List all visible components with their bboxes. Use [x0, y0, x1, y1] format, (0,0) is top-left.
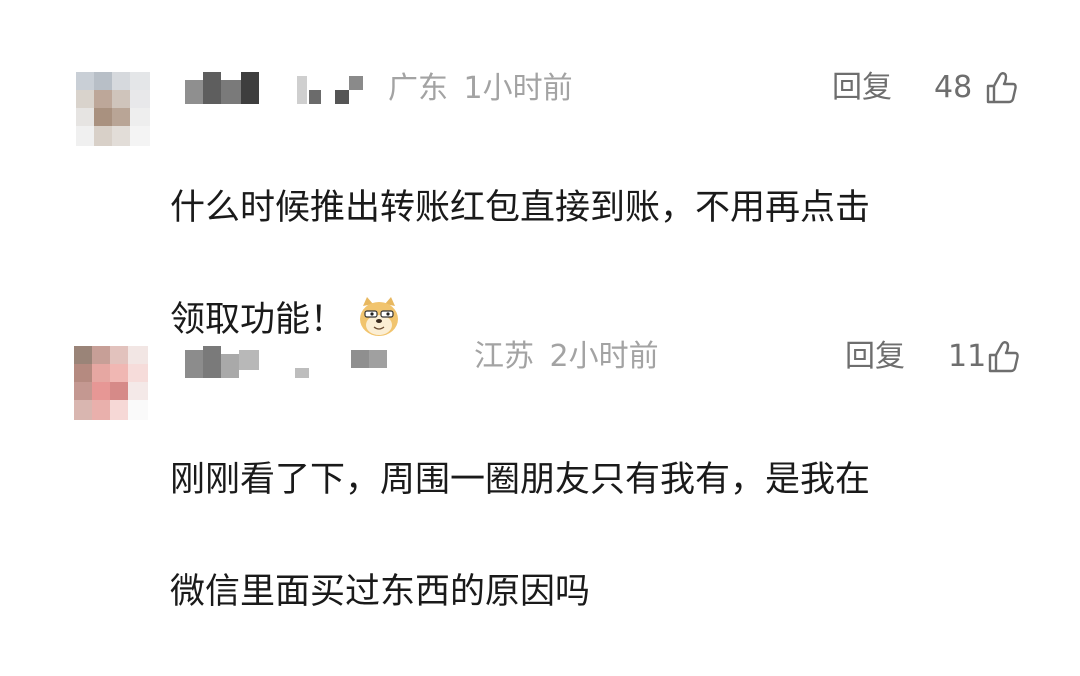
location-label: 广东 — [388, 71, 448, 106]
comment-text-line: 什么时候推出转账红包直接到账，不用再点击 — [170, 188, 871, 228]
timestamp: 1小时前 — [463, 71, 573, 106]
avatar[interactable] — [76, 72, 150, 146]
like-button[interactable]: 11 — [948, 340, 1038, 376]
comment-meta: 江苏 2小时前 — [474, 340, 659, 374]
like-count: 48 — [934, 70, 973, 105]
like-button[interactable]: 48 — [934, 71, 1034, 107]
thumbs-up-icon — [986, 72, 1017, 104]
reply-button[interactable]: 回复 — [845, 340, 905, 374]
reply-button[interactable]: 回复 — [832, 71, 892, 105]
comment-text-line: 刚刚看了下，周围一圈朋友只有我有，是我在 — [170, 460, 871, 500]
comment-item: 江苏 2小时前 回复 11 刚刚看了下，周围一圈朋友只有我有，是我在 微信里面买… — [0, 270, 1080, 612]
timestamp: 2小时前 — [549, 339, 659, 374]
like-count: 11 — [948, 339, 987, 374]
comment-meta: 广东 1小时前 — [388, 72, 573, 106]
username-redacted[interactable] — [185, 72, 375, 108]
thumbs-up-icon — [988, 341, 1019, 373]
location-label: 江苏 — [474, 339, 534, 374]
avatar[interactable] — [74, 346, 148, 420]
username-redacted[interactable] — [185, 346, 395, 382]
comment-text-line-2: 微信里面买过东西的原因吗 — [170, 572, 591, 612]
comment-item: 广东 1小时前 回复 48 什么时候推出转账红包直接到账，不用再点击 领取功能！ — [0, 0, 1080, 340]
comment-text: 刚刚看了下，周围一圈朋友只有我有，是我在 微信里面买过东西的原因吗 — [170, 396, 1020, 676]
